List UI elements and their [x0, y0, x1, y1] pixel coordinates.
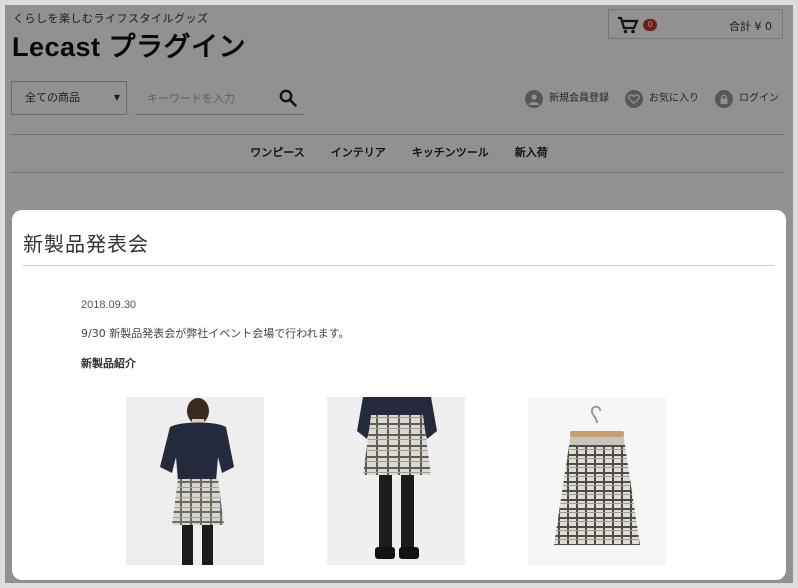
post-date: 2018.09.30	[81, 299, 137, 311]
product-image-3	[528, 397, 666, 565]
skirt-on-hanger-photo	[528, 397, 666, 565]
modal-title: 新製品発表会	[23, 232, 149, 256]
post-subtitle: 新製品紹介	[81, 357, 136, 370]
modal-title-divider	[23, 265, 774, 266]
news-modal: 新製品発表会 2018.09.30 9/30 新製品発表会が弊社イベント会場で行…	[12, 210, 786, 580]
browser-frame: くらしを楽しむライフスタイルグッズ Lecast プラグイン 0 合計 ¥ 0 …	[0, 0, 798, 588]
product-image-1	[126, 397, 264, 565]
post-body: 9/30 新製品発表会が弊社イベント会場で行われます。	[81, 327, 350, 340]
model-skirt-closeup-photo	[327, 397, 465, 565]
product-image-2	[327, 397, 465, 565]
model-top-skirt-photo	[126, 397, 264, 565]
